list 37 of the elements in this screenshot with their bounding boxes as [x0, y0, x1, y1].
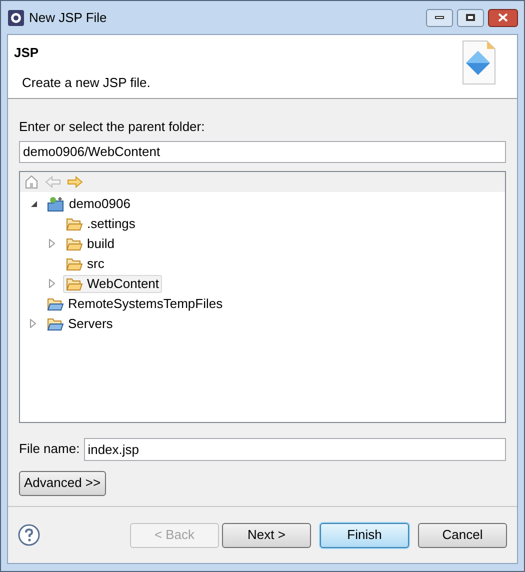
- collapsed-arrow-icon[interactable]: [49, 239, 55, 248]
- help-icon[interactable]: [18, 524, 40, 546]
- tree-item[interactable]: .settings: [63, 214, 138, 232]
- tree-item[interactable]: WebContent: [63, 274, 162, 292]
- advanced-button[interactable]: Advanced >>: [19, 470, 106, 496]
- wizard-button[interactable]: Finish: [320, 522, 409, 548]
- project-icon: [47, 196, 65, 212]
- field-label: File name:: [19, 440, 80, 458]
- close-button[interactable]: [488, 8, 518, 26]
- folder-icon: [47, 316, 64, 330]
- minimize-button[interactable]: [426, 8, 453, 26]
- back-arrow-icon[interactable]: [45, 176, 61, 188]
- home-icon[interactable]: [24, 174, 39, 189]
- wizard-button[interactable]: Cancel: [418, 522, 507, 548]
- tree-item[interactable]: Servers: [44, 314, 116, 332]
- collapsed-arrow-icon[interactable]: [30, 319, 36, 328]
- wizard-button[interactable]: Next >: [222, 522, 311, 548]
- field-label: Enter or select the parent folder:: [19, 118, 206, 136]
- tree-item[interactable]: RemoteSystemsTempFiles: [44, 294, 226, 312]
- expanded-arrow-icon[interactable]: [30, 200, 38, 208]
- maximize-button[interactable]: [457, 8, 484, 26]
- forward-arrow-icon[interactable]: [67, 176, 83, 188]
- close-icon: [498, 13, 508, 22]
- tree-item[interactable]: src: [63, 254, 108, 272]
- banner-description: Create a new JSP file.: [21, 74, 152, 92]
- window-title: New JSP File: [29, 8, 108, 27]
- folder-icon: [66, 256, 83, 270]
- tree-item[interactable]: demo0906: [44, 194, 134, 212]
- folder-icon: [66, 216, 83, 230]
- folder-icon: [66, 276, 83, 290]
- collapsed-arrow-icon[interactable]: [49, 279, 55, 288]
- tree-item[interactable]: build: [63, 234, 118, 252]
- file-name-field[interactable]: index.jsp: [84, 438, 506, 460]
- parent-folder-field[interactable]: demo0906/WebContent: [19, 140, 506, 162]
- banner-title: JSP: [14, 44, 40, 62]
- folder-icon: [47, 296, 64, 310]
- folder-icon: [66, 236, 83, 250]
